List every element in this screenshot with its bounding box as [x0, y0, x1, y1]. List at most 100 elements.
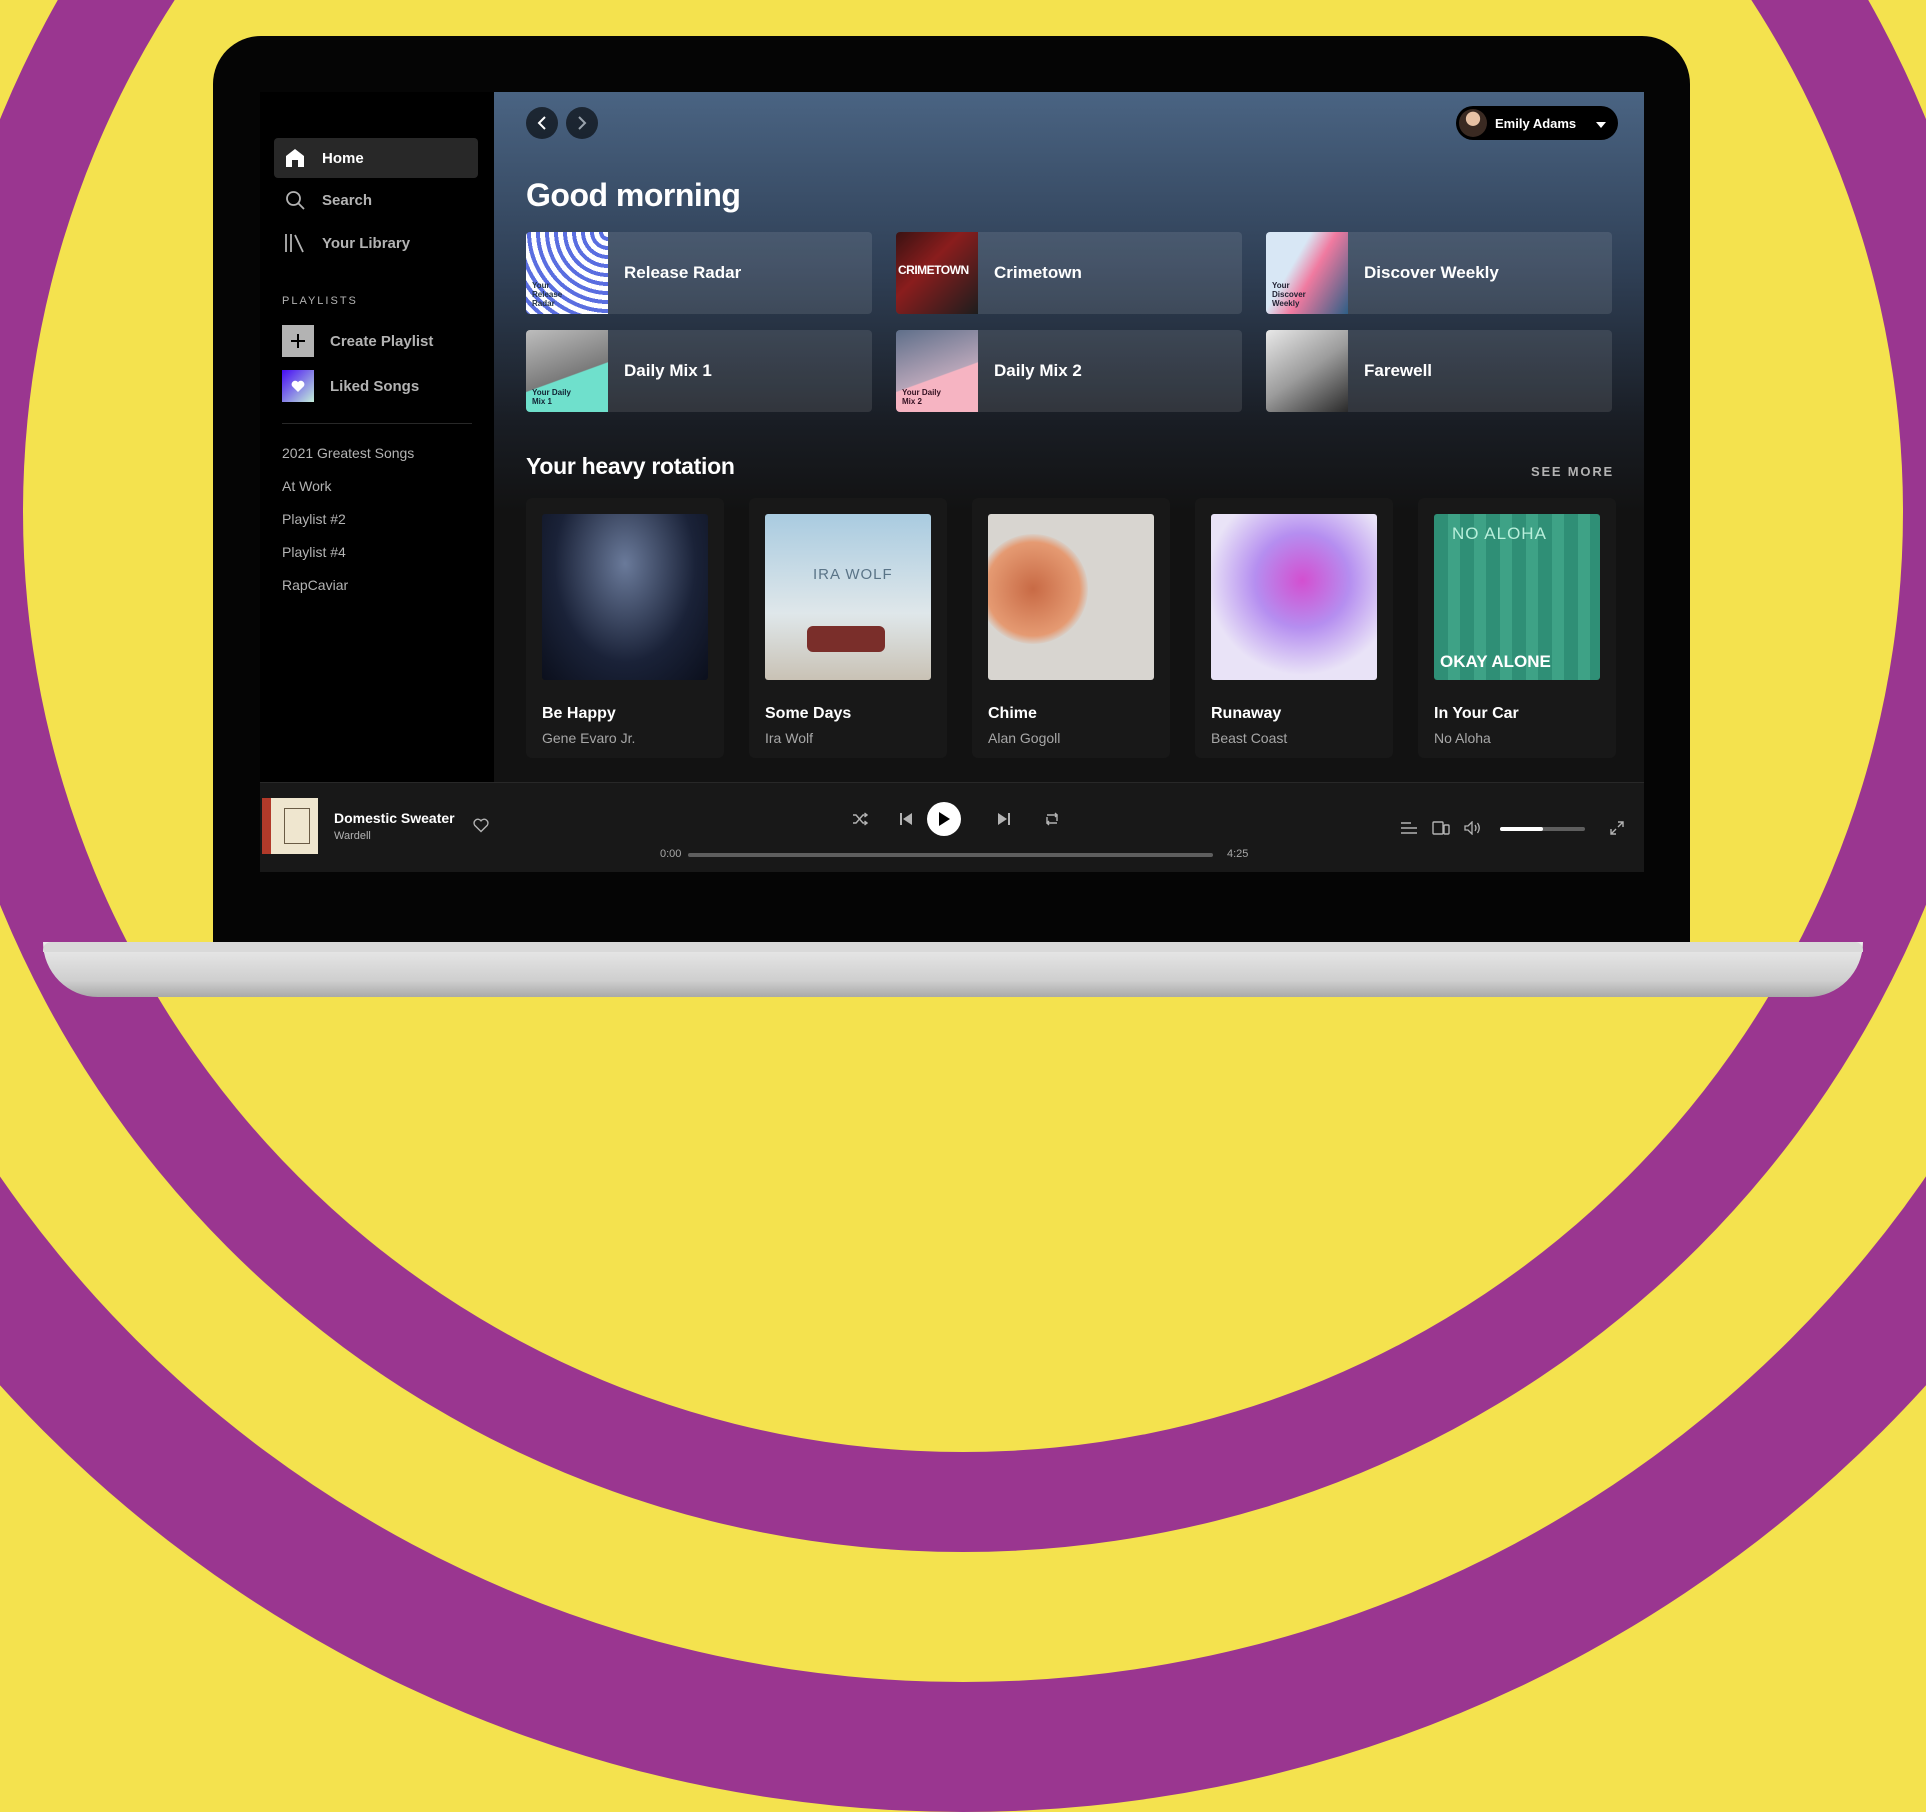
plus-icon	[282, 325, 314, 357]
album-card[interactable]: IRA WOLF Some Days Ira Wolf	[749, 498, 947, 758]
shortcut-label: Daily Mix 1	[624, 361, 712, 380]
playlist-item[interactable]: Playlist #4	[282, 544, 346, 560]
album-title: Runaway	[1211, 705, 1282, 722]
expand-icon	[1610, 821, 1624, 835]
playlist-cover	[1266, 330, 1348, 412]
create-playlist-button[interactable]: Create Playlist	[282, 325, 433, 357]
page-title: Good morning	[526, 177, 741, 213]
album-card[interactable]: Be Happy Gene Evaro Jr.	[526, 498, 724, 758]
back-button[interactable]	[526, 107, 558, 139]
cover-text: IRA WOLF	[813, 566, 893, 583]
playlist-item[interactable]: Playlist #2	[282, 511, 346, 527]
liked-songs-label: Liked Songs	[330, 377, 420, 395]
shortcut-label: Farewell	[1364, 361, 1433, 380]
sidebar-item-label: Search	[322, 191, 373, 209]
fullscreen-button[interactable]	[1606, 817, 1628, 839]
album-card[interactable]: NO ALOHA OKAY ALONE In Your Car No Aloha	[1418, 498, 1616, 758]
shuffle-icon	[853, 812, 868, 826]
album-card[interactable]: Chime Alan Gogoll	[972, 498, 1170, 758]
album-cover	[988, 514, 1154, 680]
playlist-cover: Your Daily Mix 2	[896, 330, 978, 412]
album-artist: No Aloha	[1434, 730, 1491, 746]
album-title: Chime	[988, 705, 1037, 722]
shortcut-release-radar[interactable]: Your Release Radar Release Radar	[526, 232, 872, 314]
queue-button[interactable]	[1398, 817, 1420, 839]
shortcut-daily-mix-1[interactable]: Your Daily Mix 1 Daily Mix 1	[526, 330, 872, 412]
avatar	[1459, 109, 1487, 137]
shortcut-label: Crimetown	[994, 263, 1082, 282]
volume-fill	[1500, 827, 1543, 831]
playlist-item[interactable]: At Work	[282, 478, 332, 494]
album-title: Be Happy	[542, 705, 616, 722]
podcast-cover: CRIMETOWN	[896, 232, 978, 314]
shortcut-farewell[interactable]: Farewell	[1266, 330, 1612, 412]
liked-songs-button[interactable]: Liked Songs	[282, 370, 419, 402]
album-cover	[1211, 514, 1377, 680]
shortcut-label: Daily Mix 2	[994, 361, 1082, 380]
shortcut-discover-weekly[interactable]: Your Discover Weekly Discover Weekly	[1266, 232, 1612, 314]
album-cover: NO ALOHA OKAY ALONE	[1434, 514, 1600, 680]
volume-button[interactable]	[1462, 817, 1484, 839]
shuffle-button[interactable]	[845, 804, 875, 834]
forward-button[interactable]	[566, 107, 598, 139]
cover-text: CRIMETOWN	[898, 263, 969, 277]
now-playing-title[interactable]: Domestic Sweater	[334, 810, 455, 826]
previous-button[interactable]	[891, 804, 921, 834]
heart-icon	[282, 370, 314, 402]
caret-down-icon	[1596, 116, 1606, 131]
sidebar-divider	[282, 423, 472, 424]
playback-progress-bar[interactable]	[688, 853, 1213, 857]
shortcut-daily-mix-2[interactable]: Your Daily Mix 2 Daily Mix 2	[896, 330, 1242, 412]
chevron-left-icon	[537, 116, 546, 130]
album-artist: Beast Coast	[1211, 730, 1288, 746]
album-card[interactable]: Runaway Beast Coast	[1195, 498, 1393, 758]
next-button[interactable]	[989, 804, 1019, 834]
cover-text: NO ALOHA	[1452, 524, 1547, 543]
album-artist: Alan Gogoll	[988, 730, 1061, 746]
volume-icon	[1464, 821, 1480, 835]
library-icon	[284, 232, 306, 254]
create-playlist-label: Create Playlist	[330, 332, 434, 350]
volume-slider[interactable]	[1500, 827, 1585, 831]
sidebar-item-search[interactable]: Search	[274, 180, 478, 220]
sidebar-item-library[interactable]: Your Library	[274, 223, 478, 263]
cover-text: Your Discover Weekly	[1272, 281, 1306, 308]
heart-outline-icon	[473, 818, 489, 833]
laptop-base-lip	[43, 942, 1863, 952]
section-title: Your heavy rotation	[526, 453, 735, 479]
like-button[interactable]	[473, 818, 489, 838]
shortcut-label: Release Radar	[624, 263, 742, 282]
play-button[interactable]	[927, 802, 961, 836]
connect-device-button[interactable]	[1430, 817, 1452, 839]
playlist-cover: Your Discover Weekly	[1266, 232, 1348, 314]
devices-icon	[1432, 821, 1450, 835]
skip-forward-icon	[998, 813, 1010, 825]
main-content: Emily Adams Good morning Your Release Ra…	[494, 92, 1644, 782]
app-window: Home Search Your Library PLAYLISTS Creat…	[260, 92, 1644, 872]
play-icon	[939, 812, 950, 826]
playlist-item[interactable]: RapCaviar	[282, 577, 348, 593]
album-title: In Your Car	[1434, 705, 1519, 722]
album-cover	[542, 514, 708, 680]
playlists-section-label: PLAYLISTS	[282, 295, 358, 307]
shortcut-crimetown[interactable]: CRIMETOWN Crimetown	[896, 232, 1242, 314]
cover-text: OKAY ALONE	[1440, 652, 1551, 671]
user-name: Emily Adams	[1495, 115, 1577, 131]
sidebar: Home Search Your Library PLAYLISTS Creat…	[260, 92, 494, 782]
total-time: 4:25	[1227, 848, 1249, 860]
repeat-button[interactable]	[1037, 804, 1067, 834]
album-artist: Ira Wolf	[765, 730, 813, 746]
skip-back-icon	[900, 813, 912, 825]
repeat-icon	[1046, 812, 1058, 826]
sidebar-item-label: Home	[322, 149, 364, 167]
playlist-item[interactable]: 2021 Greatest Songs	[282, 445, 414, 461]
queue-icon	[1401, 822, 1417, 834]
see-more-link[interactable]: SEE MORE	[1531, 464, 1614, 479]
user-menu-button[interactable]: Emily Adams	[1456, 106, 1618, 140]
search-icon	[284, 189, 306, 211]
shortcut-label: Discover Weekly	[1364, 263, 1499, 282]
sidebar-item-label: Your Library	[322, 234, 411, 252]
now-playing-artist[interactable]: Wardell	[334, 830, 371, 842]
sidebar-item-home[interactable]: Home	[274, 138, 478, 178]
home-icon	[284, 147, 306, 169]
